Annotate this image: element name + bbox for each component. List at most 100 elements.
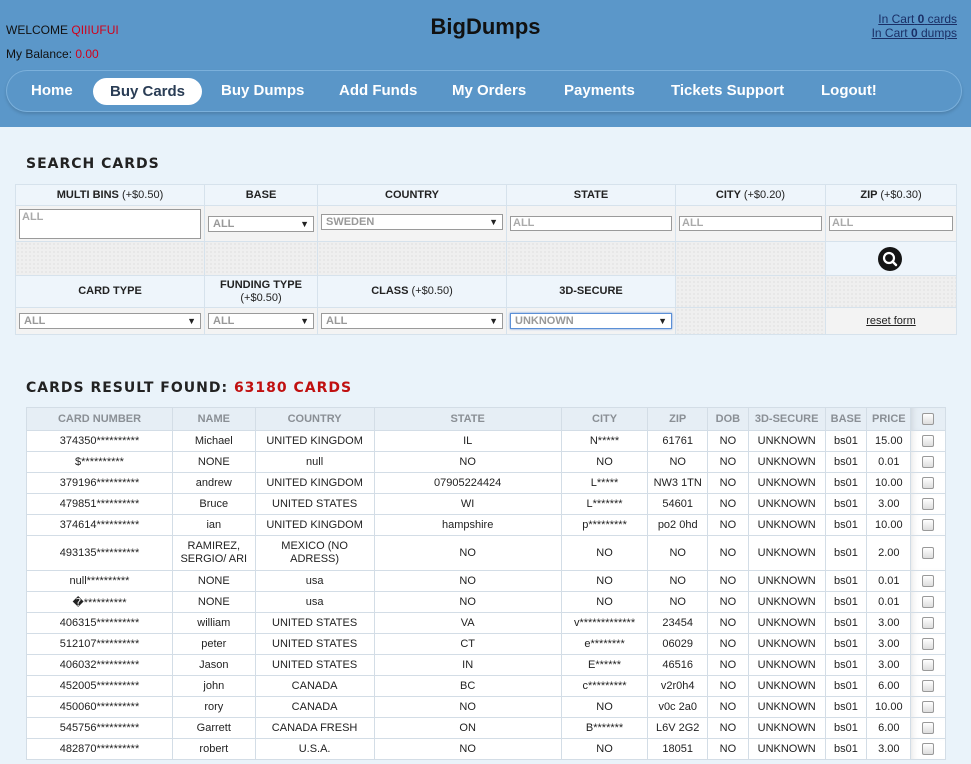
row-select-checkbox[interactable] (922, 596, 935, 609)
table-row: �********** NONE usa NO NO NO NO UNKNOWN bs01 0.0… (26, 591, 946, 613)
cell-city: E****** (560, 654, 649, 676)
cell-zip: v0c 2a0 (647, 696, 709, 718)
cell-city: L******* (560, 493, 649, 515)
cart-dumps-link[interactable]: In Cart 0 dumps (872, 26, 957, 40)
cell-country: UNITED STATES (254, 612, 375, 634)
secure-header: 3D-SECURE (506, 275, 676, 308)
cell-city: NO (560, 451, 649, 473)
col-base: BASE (824, 407, 868, 431)
cell-zip: NO (647, 451, 709, 473)
cell-card-number: 545756********** (26, 717, 173, 739)
row-select-checkbox[interactable] (922, 722, 935, 735)
row-select-cell (910, 612, 946, 634)
cell-dob: NO (707, 591, 749, 613)
nav-my-orders[interactable]: My Orders (452, 70, 526, 112)
cell-name: NONE (172, 570, 256, 592)
blank-cell (204, 241, 318, 276)
state-cell: ALL (506, 205, 676, 242)
row-select-checkbox[interactable] (922, 435, 935, 448)
nav-tickets-support[interactable]: Tickets Support (671, 70, 784, 112)
table-row: null********** NONE usa NO NO NO NO UNKNOWN bs01… (26, 570, 946, 592)
reset-form-link[interactable]: reset form (826, 315, 956, 327)
col-price: PRICE (866, 407, 912, 431)
cell-zip: 46516 (647, 654, 709, 676)
cell-city: v************* (560, 612, 649, 634)
cell-price: 3.00 (866, 493, 912, 515)
row-select-checkbox[interactable] (922, 659, 935, 672)
row-select-checkbox[interactable] (922, 498, 935, 511)
row-select-checkbox[interactable] (922, 638, 935, 651)
blank-cell (15, 241, 205, 276)
cell-3d-secure: UNKNOWN (747, 472, 826, 494)
secure-select[interactable]: UNKNOWN ▼ (510, 313, 672, 329)
nav-logout[interactable]: Logout! (821, 70, 877, 112)
cell-name: NONE (172, 451, 256, 473)
table-row: 479851********** Bruce UNITED STATES WI L***… (26, 493, 946, 515)
card-type-cell: ALL ▼ (15, 307, 205, 335)
cell-name: Bruce (172, 493, 256, 515)
cell-state: ON (373, 717, 562, 739)
city-input[interactable]: ALL (679, 216, 822, 231)
cell-name: robert (172, 738, 256, 760)
row-select-cell (910, 472, 946, 494)
class-select[interactable]: ALL ▼ (321, 313, 503, 329)
base-header: BASE (204, 184, 318, 206)
row-select-cell (910, 430, 946, 452)
zip-input[interactable]: ALL (829, 216, 953, 231)
cell-card-number: 482870********** (26, 738, 173, 760)
cell-name: peter (172, 633, 256, 655)
cell-zip: 18051 (647, 738, 709, 760)
cell-state: hampshire (373, 514, 562, 536)
multi-bins-input[interactable]: ALL (19, 209, 201, 239)
cell-name: andrew (172, 472, 256, 494)
cell-state: NO (373, 535, 562, 571)
row-select-cell (910, 696, 946, 718)
table-row: 374614********** ian UNITED KINGDOM hampshi… (26, 514, 946, 536)
select-all-checkbox[interactable] (922, 413, 935, 426)
state-input[interactable]: ALL (510, 216, 672, 231)
row-select-checkbox[interactable] (922, 519, 935, 532)
cell-city: p********* (560, 514, 649, 536)
cell-zip: NO (647, 570, 709, 592)
search-button[interactable] (878, 247, 902, 271)
cell-country: U.S.A. (254, 738, 375, 760)
cell-3d-secure: UNKNOWN (747, 654, 826, 676)
cell-card-number: null********** (26, 570, 173, 592)
cell-price: 6.00 (866, 675, 912, 697)
row-select-cell (910, 570, 946, 592)
cell-dob: NO (707, 654, 749, 676)
cell-card-number: �********** (26, 591, 173, 613)
card-type-select[interactable]: ALL ▼ (19, 313, 201, 329)
zip-header: ZIP (+$0.30) (825, 184, 957, 206)
cell-base: bs01 (824, 591, 868, 613)
cell-country: usa (254, 570, 375, 592)
nav-home[interactable]: Home (31, 70, 73, 112)
row-select-checkbox[interactable] (922, 617, 935, 630)
cell-base: bs01 (824, 430, 868, 452)
nav-add-funds[interactable]: Add Funds (339, 70, 417, 112)
cart-cards-link[interactable]: In Cart 0 cards (872, 12, 957, 26)
nav-buy-cards[interactable]: Buy Cards (93, 78, 203, 105)
row-select-checkbox[interactable] (922, 701, 935, 714)
cell-zip: 61761 (647, 430, 709, 452)
row-select-checkbox[interactable] (922, 477, 935, 490)
row-select-checkbox[interactable] (922, 743, 935, 756)
cell-state: NO (373, 591, 562, 613)
row-select-checkbox[interactable] (922, 456, 935, 469)
country-select[interactable]: SWEDEN ▼ (321, 214, 503, 230)
cell-zip: NW3 1TN (647, 472, 709, 494)
cell-base: bs01 (824, 493, 868, 515)
funding-type-select[interactable]: ALL ▼ (208, 313, 314, 329)
base-select[interactable]: ALL ▼ (208, 216, 314, 232)
cell-state: IL (373, 430, 562, 452)
funding-type-cell: ALL ▼ (204, 307, 318, 335)
row-select-checkbox[interactable] (922, 546, 935, 559)
nav-buy-dumps[interactable]: Buy Dumps (221, 70, 304, 112)
nav-payments[interactable]: Payments (564, 70, 635, 112)
row-select-checkbox[interactable] (922, 680, 935, 693)
cell-dob: NO (707, 535, 749, 571)
cell-price: 6.00 (866, 717, 912, 739)
site-header: WELCOME QIIIUFUI My Balance: 0.00 BigDum… (0, 0, 971, 127)
cell-card-number: 479851********** (26, 493, 173, 515)
row-select-checkbox[interactable] (922, 575, 935, 588)
